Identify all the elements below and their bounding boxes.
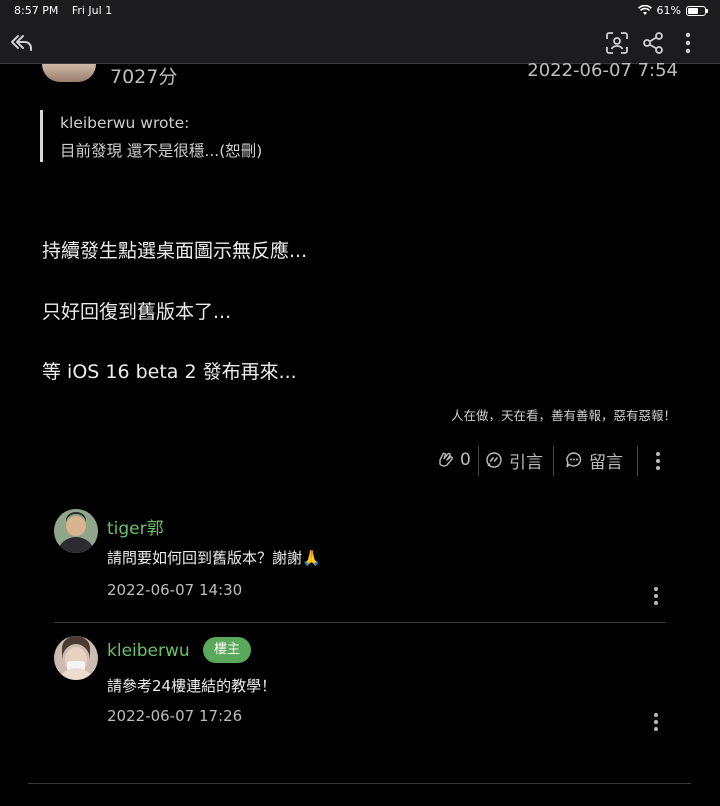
status-bar: 8:57 PM Fri Jul 1 61%	[0, 0, 720, 22]
post-action-bar: 0 引言 留言	[0, 444, 720, 476]
author-score: 7027分	[110, 66, 178, 88]
nav-bar	[0, 22, 720, 64]
clap-icon	[439, 452, 453, 467]
more-vertical-icon[interactable]	[675, 30, 701, 56]
quote-author: kleiberwu wrote:	[60, 114, 190, 132]
comment-more-icon[interactable]	[653, 713, 659, 733]
comment-text: 請問要如何回到舊版本？謝謝🙏	[107, 549, 321, 567]
action-divider	[637, 446, 638, 476]
comment-text: 請參考24樓連結的教學！	[107, 677, 277, 695]
comment-icon	[566, 452, 582, 468]
action-divider	[553, 446, 554, 476]
action-divider	[478, 446, 479, 476]
comment-button[interactable]: 留言	[565, 444, 623, 476]
post-body-line: 只好回復到舊版本了...	[42, 301, 232, 323]
back-reply-icon[interactable]	[8, 30, 34, 56]
avatar[interactable]	[54, 636, 98, 680]
comment-divider	[54, 622, 666, 623]
like-count: 0	[460, 450, 471, 470]
post-more-icon[interactable]	[655, 452, 661, 472]
post-time: 2022-06-07 7:54	[527, 60, 678, 81]
comment-author[interactable]: kleiberwu	[107, 641, 190, 661]
post-divider	[28, 783, 691, 784]
wifi-icon	[637, 5, 652, 15]
battery-percent: 61%	[656, 4, 681, 17]
comment-time: 2022-06-07 14:30	[107, 581, 243, 599]
quote-block: kleiberwu wrote: 目前發現 還不是很穩...(恕刪)	[40, 110, 440, 162]
scan-icon[interactable]	[604, 30, 630, 56]
status-time: 8:57 PM	[14, 4, 59, 17]
avatar[interactable]	[54, 509, 98, 553]
comment-author[interactable]: tiger郭	[107, 514, 164, 539]
quote-button[interactable]: 引言	[485, 444, 543, 476]
comment-time: 2022-06-07 17:26	[107, 707, 243, 725]
status-date: Fri Jul 1	[71, 4, 113, 17]
share-icon[interactable]	[640, 30, 666, 56]
post-body-line: 持續發生點選桌面圖示無反應...	[42, 240, 308, 262]
signature: 人在做，天在看，善有善報，惡有惡報！	[450, 408, 676, 423]
author-avatar[interactable]	[42, 64, 96, 82]
quote-icon	[486, 452, 502, 468]
comment-more-icon[interactable]	[653, 587, 659, 607]
op-badge: 樓主	[203, 637, 252, 663]
comment-label: 留言	[589, 452, 623, 473]
battery-icon	[686, 5, 708, 16]
quote-text: 目前發現 還不是很穩...(恕刪)	[60, 142, 263, 160]
quote-label: 引言	[509, 452, 543, 473]
post-body-line: 等 iOS 16 beta 2 發布再來...	[42, 361, 297, 383]
like-button[interactable]: 0	[436, 444, 471, 476]
